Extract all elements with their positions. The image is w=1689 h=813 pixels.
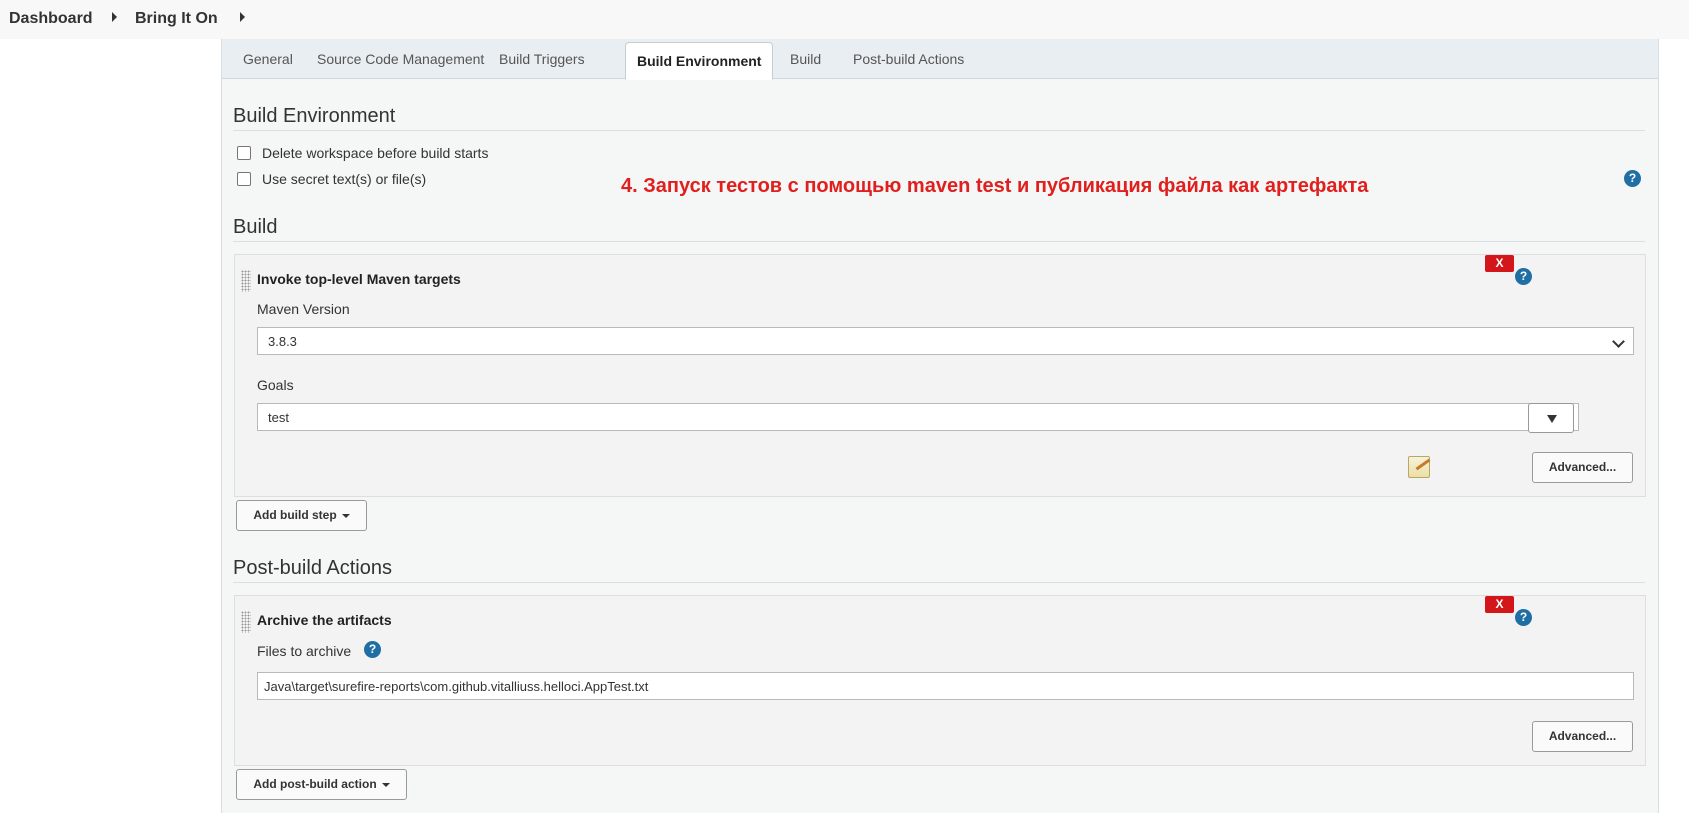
option-delete-workspace: Delete workspace before build starts	[237, 145, 488, 161]
section-divider	[233, 582, 1645, 583]
advanced-button[interactable]: Advanced...	[1532, 721, 1633, 752]
chevron-down-icon	[1612, 335, 1625, 348]
section-divider	[233, 130, 1645, 131]
help-icon[interactable]: ?	[364, 641, 381, 658]
secret-text-checkbox[interactable]	[237, 172, 251, 186]
config-panel: General Source Code Management Build Tri…	[221, 39, 1659, 813]
section-title-build-environment: Build Environment	[233, 105, 396, 127]
delete-step-button[interactable]: X	[1485, 255, 1514, 272]
drag-handle-icon[interactable]	[241, 270, 251, 292]
tab-post-build-actions[interactable]: Post-build Actions	[853, 39, 964, 78]
archive-artifacts-action: Archive the artifacts X ? Files to archi…	[234, 595, 1646, 766]
help-icon[interactable]: ?	[1515, 268, 1532, 285]
files-to-archive-label: Files to archive	[257, 643, 352, 659]
help-icon[interactable]: ?	[1515, 609, 1532, 626]
tab-source-code-management[interactable]: Source Code Management	[317, 39, 484, 78]
action-title: Archive the artifacts	[257, 612, 392, 628]
section-title-build: Build	[233, 216, 278, 238]
caret-down-icon	[341, 513, 350, 518]
breadcrumb-arrow-icon[interactable]	[240, 12, 245, 22]
tab-build[interactable]: Build	[790, 39, 821, 78]
section-title-post-build: Post-build Actions	[233, 557, 392, 579]
drag-handle-icon[interactable]	[241, 611, 251, 633]
tab-build-triggers[interactable]: Build Triggers	[499, 39, 585, 78]
add-post-build-action-label: Add post-build action	[253, 777, 377, 791]
delete-action-button[interactable]: X	[1485, 596, 1514, 613]
files-to-archive-input[interactable]: Java\target\surefire-reports\com.github.…	[257, 672, 1634, 700]
add-build-step-button[interactable]: Add build step	[236, 500, 367, 531]
maven-build-step: Invoke top-level Maven targets X ? Maven…	[234, 254, 1646, 497]
notepad-icon[interactable]	[1408, 456, 1431, 478]
maven-version-select[interactable]: 3.8.3	[257, 327, 1634, 355]
breadcrumb-arrow-icon[interactable]	[112, 12, 117, 22]
help-icon[interactable]: ?	[1624, 170, 1641, 187]
triangle-down-icon	[1547, 415, 1557, 423]
goals-label: Goals	[257, 377, 294, 393]
goals-expand-button[interactable]	[1528, 403, 1574, 433]
add-post-build-action-button[interactable]: Add post-build action	[236, 769, 407, 800]
annotation-text: 4. Запуск тестов с помощью maven test и …	[621, 175, 1369, 197]
secret-text-label: Use secret text(s) or file(s)	[262, 171, 427, 187]
goals-input[interactable]: test	[257, 403, 1579, 431]
add-build-step-label: Add build step	[253, 508, 337, 522]
maven-version-value: 3.8.3	[268, 334, 297, 349]
breadcrumb: Dashboard Bring It On	[0, 0, 1689, 39]
caret-down-icon	[381, 782, 390, 787]
delete-workspace-checkbox[interactable]	[237, 146, 251, 160]
pencil-icon	[1415, 458, 1431, 471]
tab-bar: General Source Code Management Build Tri…	[222, 39, 1658, 80]
option-secret-text: Use secret text(s) or file(s)	[237, 171, 426, 187]
section-divider	[233, 241, 1645, 242]
tab-general[interactable]: General	[243, 39, 293, 78]
delete-workspace-label: Delete workspace before build starts	[262, 145, 489, 161]
breadcrumb-dashboard[interactable]: Dashboard	[9, 10, 93, 28]
maven-version-label: Maven Version	[257, 301, 350, 317]
breadcrumb-job[interactable]: Bring It On	[135, 10, 218, 28]
advanced-button[interactable]: Advanced...	[1532, 452, 1633, 483]
step-title: Invoke top-level Maven targets	[257, 271, 461, 287]
tab-build-environment[interactable]: Build Environment	[625, 42, 774, 80]
